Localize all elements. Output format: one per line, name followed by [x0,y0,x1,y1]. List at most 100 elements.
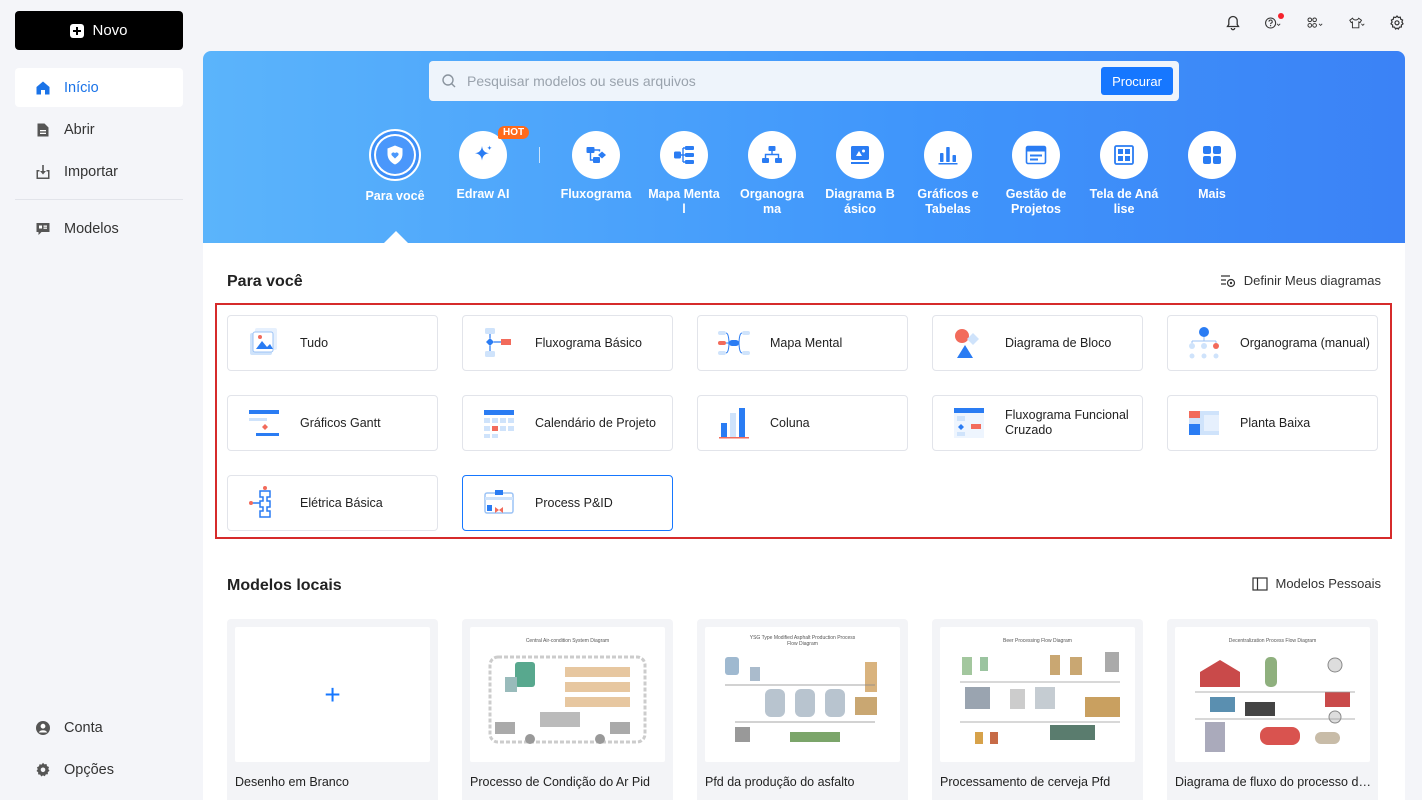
pid-diagram-illustration [488,655,647,744]
section-title-modelos-locais: Modelos locais [227,577,342,594]
card-thumbnail: Beer Processing Flow Diagram [940,627,1135,762]
more-grid-icon [1203,146,1221,164]
template-name: Fluxograma Funcional Cruzado [1005,408,1129,437]
local-card-air-condition[interactable]: Central Air-condition System Diagram Pro… [462,619,673,800]
template-mapa-mental[interactable]: Mapa Mental [697,315,908,371]
template-planta-baixa[interactable]: Planta Baixa [1167,395,1378,451]
calendar-icon [484,410,514,438]
template-name: Gráficos Gantt [300,415,381,430]
import-icon [36,164,50,179]
card-thumbnail: + [235,627,430,762]
template-name: Mapa Mental [770,335,843,350]
local-card-blank[interactable]: + Desenho em Branco [227,619,438,800]
card-thumbnail: YSG Type Modified Asphalt Production Pro… [705,627,900,762]
template-name: Coluna [770,415,810,430]
template-tudo[interactable]: Tudo [227,315,438,371]
sidebar-item-label: Opções [64,761,114,778]
sidebar-item-abrir[interactable]: Abrir [15,110,183,149]
layout-icon [1251,576,1268,591]
define-diagrams-link[interactable]: Definir Meus diagramas [1220,273,1381,288]
pid-icon [484,490,514,514]
template-calendario-projeto[interactable]: Calendário de Projeto [462,395,673,451]
notification-dot [1278,13,1284,19]
filter-settings-icon [1220,274,1235,287]
template-process-pid[interactable]: Process P&ID [462,475,673,531]
org-chart-template-icon [1189,327,1219,359]
beer-diagram-illustration [960,652,1120,744]
category-graficos-tabelas[interactable]: Gráficos e Tabelas [908,131,988,217]
gear-icon [1390,15,1404,30]
sidebar-item-importar[interactable]: Importar [15,152,183,191]
sidebar: Novo Início Abrir Importar Modelos Conta… [0,0,198,800]
category-para-voce[interactable]: Para você [355,129,435,204]
all-templates-icon [250,328,277,355]
apps-grid-icon [1307,17,1323,28]
electrical-icon [249,486,271,518]
search-button[interactable]: Procurar [1101,67,1173,95]
category-mais[interactable]: Mais [1172,131,1252,202]
template-name: Fluxograma Básico [535,335,642,350]
active-category-indicator [383,231,409,244]
sidebar-item-opcoes[interactable]: Opções [15,750,183,789]
help-button[interactable] [1260,12,1286,34]
local-card-decentralization[interactable]: Decentralization Process Flow Diagram Di… [1167,619,1378,800]
template-name: Process P&ID [535,495,613,510]
template-fluxograma-funcional-cruzado[interactable]: Fluxograma Funcional Cruzado [932,395,1143,451]
category-fluxograma[interactable]: Fluxograma [556,131,636,202]
card-caption: Pfd da produção do asfalto [705,775,855,789]
local-card-asphalt[interactable]: YSG Type Modified Asphalt Production Pro… [697,619,908,800]
column-chart-icon [719,408,749,439]
document-icon [37,123,49,136]
flowchart-icon [586,147,606,163]
notifications-button[interactable] [1222,12,1244,34]
category-label: Edraw AI [456,187,510,201]
templates-icon [36,222,50,235]
template-name: Planta Baixa [1240,415,1311,430]
category-gestao-projetos[interactable]: Gestão de Projetos [996,131,1076,217]
new-button[interactable]: Novo [15,11,183,50]
sidebar-item-label: Início [64,79,99,96]
card-caption: Desenho em Branco [235,775,349,789]
category-organograma[interactable]: Organograma [732,131,812,217]
personal-templates-link[interactable]: Modelos Pessoais [1251,576,1382,591]
card-caption: Diagrama de fluxo do processo de ... [1175,775,1371,789]
sparkle-icon [475,145,492,161]
sidebar-item-conta[interactable]: Conta [15,708,183,747]
template-graficos-gantt[interactable]: Gráficos Gantt [227,395,438,451]
template-eletrica-basica[interactable]: Elétrica Básica [227,475,438,531]
process-flow-illustration [1195,657,1355,752]
mindmap-icon [674,146,694,164]
search-input[interactable] [467,73,1179,89]
category-mapa-mental[interactable]: Mapa Mental [644,131,724,217]
template-organograma-manual[interactable]: Organograma (manual) [1167,315,1378,371]
category-diagrama-basico[interactable]: Diagrama Básico [820,131,900,217]
template-diagrama-bloco[interactable]: Diagrama de Bloco [932,315,1143,371]
sidebar-item-label: Importar [64,163,118,180]
category-tela-analise[interactable]: Tela de Análise [1084,131,1164,217]
template-fluxograma-basico[interactable]: Fluxograma Básico [462,315,673,371]
sidebar-divider [15,199,183,200]
apps-button[interactable] [1302,12,1328,34]
personal-templates-label: Modelos Pessoais [1275,576,1382,591]
shield-heart-icon [387,145,403,165]
main-panel: Procurar Para você HOT Edraw AI Fluxogra… [203,51,1405,800]
gear-icon [36,762,50,776]
home-icon [36,81,50,94]
template-name: Organograma (manual) [1240,335,1370,350]
sidebar-item-modelos[interactable]: Modelos [15,209,183,248]
sidebar-item-inicio[interactable]: Início [15,68,183,107]
settings-button[interactable] [1386,12,1408,34]
search-icon [442,74,456,88]
project-icon [1025,145,1047,165]
category-label: Fluxograma [560,187,632,201]
category-label: Gráficos e Tabelas [917,187,979,216]
category-label: Tela de Análise [1089,187,1159,216]
category-label: Organograma [740,187,804,216]
bell-icon [1226,15,1240,31]
theme-button[interactable] [1344,12,1370,34]
category-label: Mapa Mental [648,187,720,216]
local-card-beer[interactable]: Beer Processing Flow Diagram Processamen… [932,619,1143,800]
template-coluna[interactable]: Coluna [697,395,908,451]
category-edraw-ai[interactable]: HOT Edraw AI [443,126,530,202]
bar-chart-icon [938,147,958,165]
